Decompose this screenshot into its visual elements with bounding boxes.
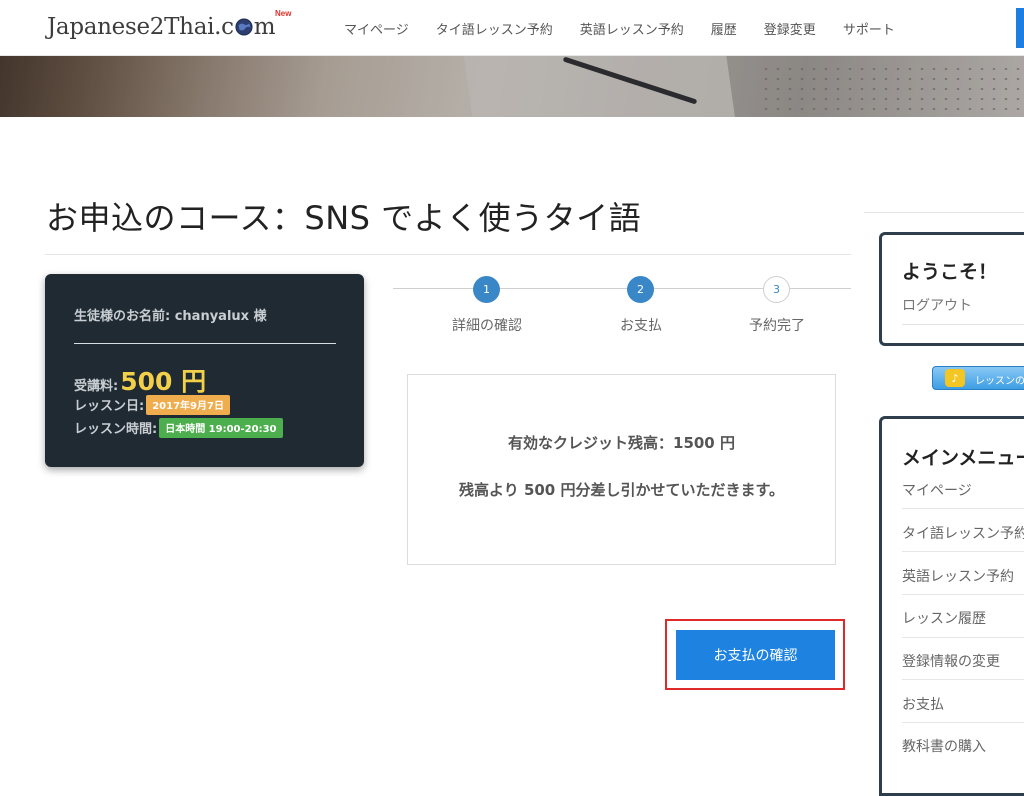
lesson-banner[interactable]: ♪ レッスンの <box>932 366 1024 390</box>
welcome-title: ようこそ！ <box>902 261 998 283</box>
nav-account[interactable]: 登録変更 <box>764 19 816 38</box>
lesson-fee: 受講料:500 円 <box>74 362 206 398</box>
site-header: Japanese2Thai.c m New マイページ タイ語レッスン予約 英語レ… <box>0 0 1024 56</box>
welcome-widget: ようこそ！ ログアウト <box>879 232 1024 346</box>
hero-banner-image <box>0 56 1024 117</box>
menu-item-textbook[interactable]: 教科書の購入 <box>902 736 1024 756</box>
menu-item-payment[interactable]: お支払 <box>902 694 1024 714</box>
time-label: レッスン時間: <box>74 422 158 437</box>
date-label: レッスン日: <box>74 399 145 414</box>
globe-icon <box>235 18 253 36</box>
lesson-time: レッスン時間: 日本時間 19:00-20:30 <box>74 418 283 438</box>
menu-divider <box>902 679 1024 680</box>
menu-divider <box>902 722 1024 723</box>
step-1-circle: 1 <box>473 276 500 303</box>
fee-amount: 500 円 <box>120 367 207 396</box>
menu-item-english-lesson[interactable]: 英語レッスン予約 <box>902 566 1024 586</box>
hero-shade <box>0 56 1024 117</box>
logout-link[interactable]: ログアウト <box>902 295 972 315</box>
step-3-label: 予約完了 <box>749 318 805 334</box>
menu-divider <box>902 508 1024 509</box>
step-2-circle: 2 <box>627 276 654 303</box>
sidebar-divider <box>864 212 1024 213</box>
welcome-divider <box>902 324 1024 325</box>
nav-support[interactable]: サポート <box>843 19 895 38</box>
credit-info-box: 有効なクレジット残高：1500 円 残高より 500 円分差し引かせていただきま… <box>407 374 836 565</box>
new-badge: New <box>275 9 292 18</box>
nav-thai-lesson[interactable]: タイ語レッスン予約 <box>436 19 553 38</box>
menu-divider <box>902 594 1024 595</box>
nav-mypage[interactable]: マイページ <box>344 19 409 38</box>
site-logo[interactable]: Japanese2Thai.c m New <box>47 9 291 44</box>
nav-english-lesson[interactable]: 英語レッスン予約 <box>580 19 684 38</box>
title-divider <box>45 254 851 255</box>
progress-steps: 1 2 3 詳細の確認 お支払 予約完了 <box>393 274 851 344</box>
menu-item-thai-lesson[interactable]: タイ語レッスン予約 <box>902 523 1024 543</box>
lesson-date: レッスン日: 2017年9月7日 <box>74 395 230 415</box>
time-badge: 日本時間 19:00-20:30 <box>159 418 283 438</box>
main-nav: マイページ タイ語レッスン予約 英語レッスン予約 履歴 登録変更 サポート <box>344 0 922 56</box>
step-1-label: 詳細の確認 <box>452 318 522 334</box>
credit-deduction-note: 残高より 500 円分差し引かせていただきます。 <box>459 481 784 499</box>
card-divider <box>74 343 336 344</box>
step-2-label: お支払 <box>620 318 662 334</box>
date-badge: 2017年9月7日 <box>146 395 230 415</box>
main-menu-widget: メインメニュー マイページ タイ語レッスン予約 英語レッスン予約 レッスン履歴 … <box>879 416 1024 796</box>
step-3-circle: 3 <box>763 276 790 303</box>
fee-label: 受講料: <box>74 379 119 394</box>
header-accent-button[interactable] <box>1016 8 1024 48</box>
menu-item-mypage[interactable]: マイページ <box>902 480 1024 500</box>
menu-divider <box>902 551 1024 552</box>
logo-text: Japanese2Thai.c m <box>47 14 276 40</box>
menu-divider <box>902 637 1024 638</box>
student-info-card: 生徒様のお名前: chanyalux 様 受講料:500 円 レッスン日: 201… <box>45 274 364 467</box>
lesson-banner-text: レッスンの <box>975 376 1024 387</box>
lesson-banner-icon: ♪ <box>945 369 965 387</box>
student-name: 生徒様のお名前: chanyalux 様 <box>74 309 267 324</box>
credit-balance: 有効なクレジット残高：1500 円 <box>508 434 735 452</box>
page-title: お申込のコース：SNS でよく使うタイ語 <box>46 199 642 237</box>
menu-item-account-edit[interactable]: 登録情報の変更 <box>902 651 1024 671</box>
confirm-payment-button[interactable]: お支払の確認 <box>676 630 835 680</box>
menu-item-lesson-history[interactable]: レッスン履歴 <box>902 608 1024 628</box>
main-menu-title: メインメニュー <box>902 447 1024 469</box>
nav-history[interactable]: 履歴 <box>711 19 737 38</box>
